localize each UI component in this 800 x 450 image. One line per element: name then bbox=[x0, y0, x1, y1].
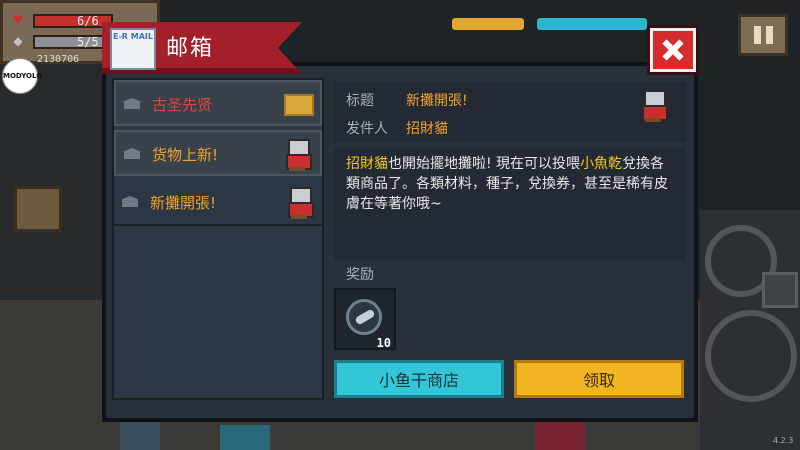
close-button[interactable] bbox=[650, 28, 696, 72]
weapon-slot-icon[interactable] bbox=[762, 272, 798, 308]
pause-icon-bar bbox=[766, 26, 773, 44]
body-part-1: 也開始擺地攤啦! 現在可以投喂 bbox=[388, 156, 581, 172]
coin-count: 2130706 bbox=[37, 54, 80, 65]
envelope-icon bbox=[124, 98, 140, 109]
chest-icon bbox=[14, 186, 62, 232]
mail-subject: 新攤開張! bbox=[150, 194, 217, 212]
cat-legs bbox=[645, 118, 661, 122]
hp-bar bbox=[33, 14, 113, 28]
highlight-item: 小魚乾 bbox=[580, 156, 623, 172]
mail-body-text: 招財貓也開始擺地攤啦! 現在可以投喂小魚乾兌換各類商品了。各類材料，種子，兌換券… bbox=[346, 154, 678, 214]
dried-fish-icon bbox=[346, 299, 382, 335]
highlight-sender: 招財貓 bbox=[346, 156, 388, 172]
npc-sprite bbox=[220, 425, 270, 450]
envelope-icon bbox=[124, 148, 140, 159]
cat-merchant-icon bbox=[284, 139, 314, 171]
claim-button[interactable]: 领取 bbox=[514, 360, 684, 398]
cat-legs bbox=[289, 167, 305, 171]
version-label: 4.2.3 bbox=[773, 436, 794, 445]
watermark-logo: MODYOLO bbox=[2, 58, 42, 94]
gold-badge-icon bbox=[284, 94, 314, 116]
heart-icon: ♥ bbox=[12, 13, 24, 27]
mail-list-item[interactable]: 古圣先贤 bbox=[114, 80, 322, 126]
sender-avatar-icon bbox=[640, 90, 670, 124]
cat-legs bbox=[291, 215, 307, 219]
pause-icon bbox=[754, 26, 761, 44]
pause-button[interactable] bbox=[738, 14, 788, 56]
enemy-sprite bbox=[535, 420, 585, 450]
attack-button-ring[interactable] bbox=[705, 310, 797, 402]
mail-icon: E-R MAIL bbox=[110, 28, 156, 70]
dialog-title: 邮箱 bbox=[166, 36, 215, 61]
mail-body: 招財貓也開始擺地攤啦! 現在可以投喂小魚乾兌換各類商品了。各類材料，種子，兌換券… bbox=[334, 148, 686, 260]
npc-sprite bbox=[120, 420, 160, 450]
mail-subject: 货物上新! bbox=[152, 146, 219, 164]
sender-label: 发件人 bbox=[346, 121, 388, 137]
envelope-icon bbox=[122, 196, 138, 207]
mail-list: 古圣先贤 货物上新! 新攤開張! bbox=[112, 78, 324, 400]
reward-slot[interactable]: 10 bbox=[334, 288, 396, 350]
shield-icon: ◆ bbox=[13, 34, 23, 48]
fish-shop-button[interactable]: 小鱼干商店 bbox=[334, 360, 504, 398]
buff-bar-cyan bbox=[537, 18, 647, 30]
sender-value: 招財貓 bbox=[406, 121, 448, 137]
cat-merchant-icon bbox=[286, 187, 316, 219]
mail-list-item[interactable]: 新攤開張! bbox=[114, 180, 322, 226]
hp-text: 6/6 bbox=[77, 14, 99, 28]
reward-label: 奖励 bbox=[346, 267, 374, 283]
armor-text: 5/5 bbox=[77, 35, 99, 49]
subject-value: 新攤開張! bbox=[406, 93, 468, 109]
mail-header: 标题 新攤開張! 发件人 招財貓 bbox=[334, 82, 686, 142]
reward-quantity: 10 bbox=[376, 336, 391, 350]
mail-list-item[interactable]: 货物上新! bbox=[114, 130, 322, 176]
mail-subject: 古圣先贤 bbox=[152, 96, 213, 114]
buff-bar-gold bbox=[452, 18, 524, 30]
subject-label: 标题 bbox=[346, 93, 374, 109]
armor-bar bbox=[33, 35, 113, 49]
wall bbox=[0, 60, 105, 305]
